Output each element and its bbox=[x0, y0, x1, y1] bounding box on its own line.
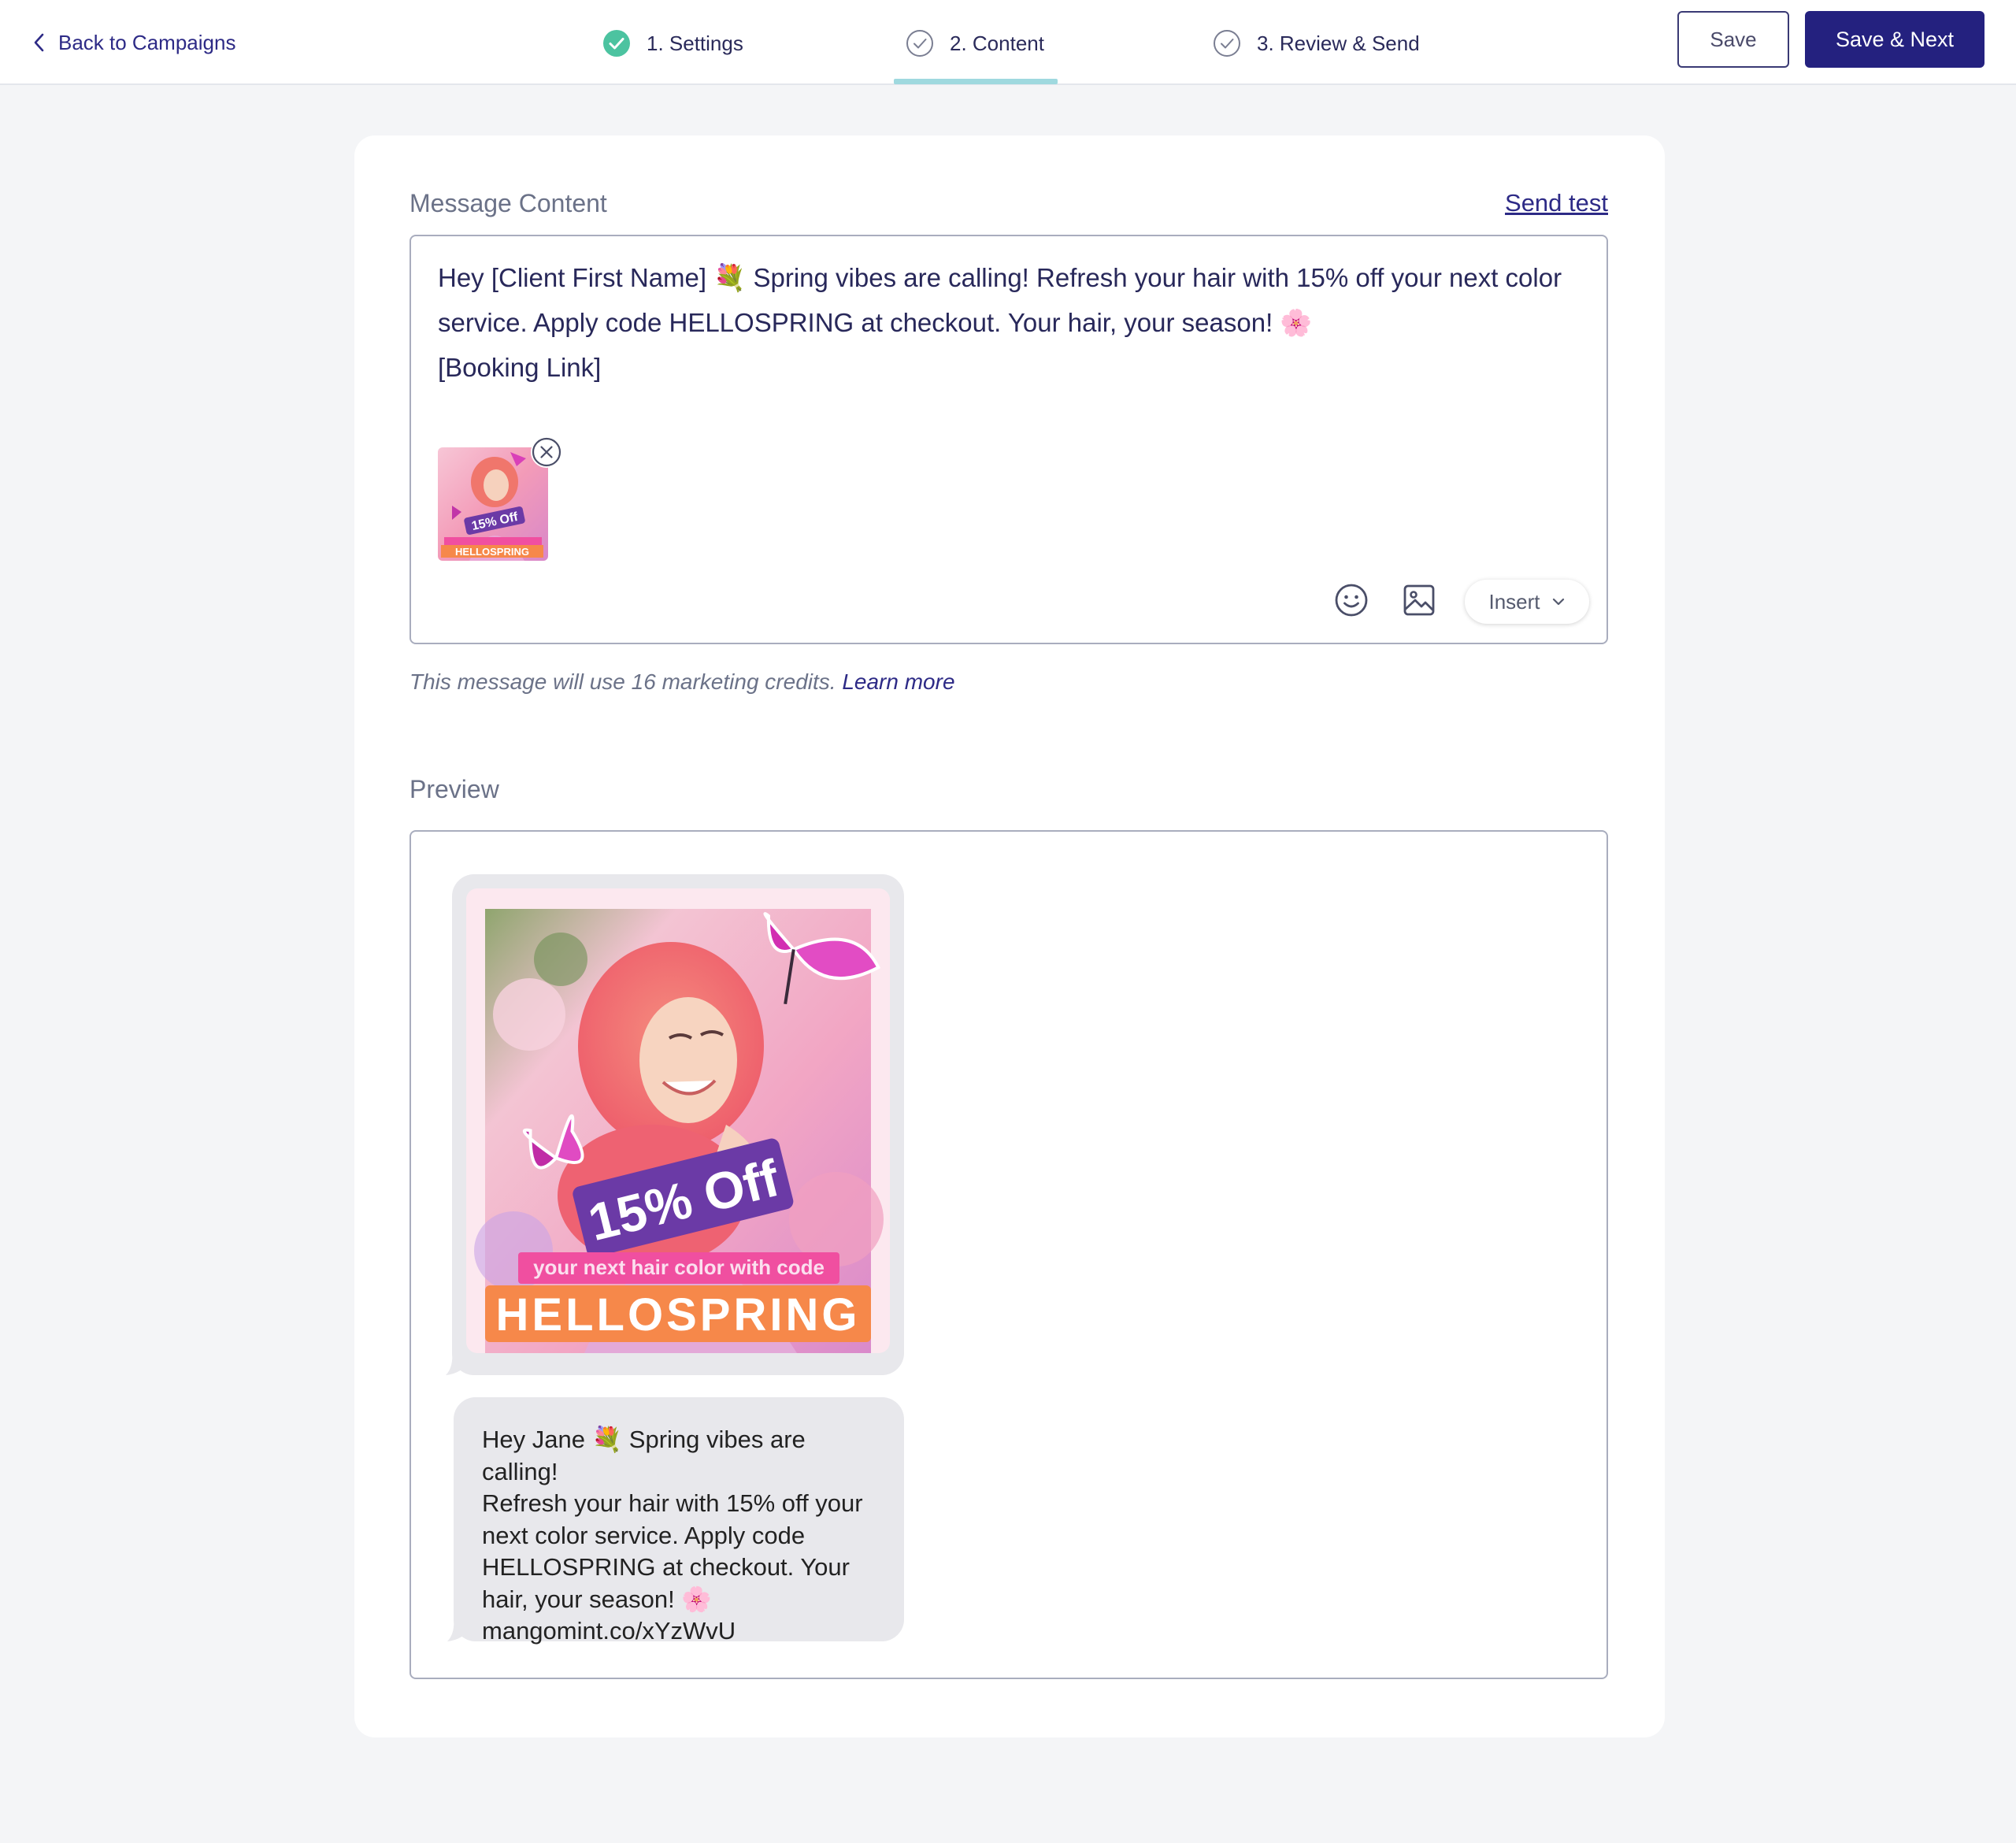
step-content[interactable]: 2. Content bbox=[906, 24, 1044, 63]
step-settings[interactable]: 1. Settings bbox=[602, 24, 743, 63]
chevron-left-icon bbox=[34, 33, 44, 52]
step-review-send[interactable]: 3. Review & Send bbox=[1213, 24, 1420, 63]
learn-more-link[interactable]: Learn more bbox=[842, 669, 954, 694]
credits-notice: This message will use 16 marketing credi… bbox=[410, 669, 955, 695]
image-icon[interactable] bbox=[1400, 581, 1438, 619]
promo-subline: your next hair color with code bbox=[533, 1255, 825, 1279]
step-label: 1. Settings bbox=[647, 31, 743, 55]
emoji-icon[interactable] bbox=[1332, 581, 1370, 619]
back-to-campaigns-link[interactable]: Back to Campaigns bbox=[32, 27, 235, 58]
attached-image-thumbnail: 15% Off HELLOSPRING bbox=[438, 447, 548, 561]
preview-panel: 15% Off your next hair color with code H… bbox=[410, 830, 1608, 1679]
check-circle-icon bbox=[603, 30, 630, 57]
save-and-next-button[interactable]: Save & Next bbox=[1805, 11, 1984, 68]
promo-image: 15% Off your next hair color with code H… bbox=[466, 888, 890, 1353]
send-test-link[interactable]: Send test bbox=[1505, 189, 1608, 217]
insert-dropdown[interactable]: Insert bbox=[1465, 580, 1589, 624]
save-button[interactable]: Save bbox=[1677, 11, 1789, 68]
credits-text: This message will use 16 marketing credi… bbox=[410, 669, 836, 694]
bubble-tail bbox=[447, 1618, 471, 1641]
top-bar: Back to Campaigns 1. Settings 2. Content… bbox=[0, 0, 2016, 85]
bubble-tail bbox=[446, 1352, 469, 1375]
close-circle-icon[interactable] bbox=[531, 436, 562, 468]
check-circle-icon bbox=[1214, 30, 1240, 57]
message-content-label: Message Content bbox=[410, 189, 607, 217]
message-text[interactable]: Hey [Client First Name] 💐 Spring vibes a… bbox=[438, 255, 1572, 390]
insert-label: Insert bbox=[1488, 589, 1540, 614]
step-label: 2. Content bbox=[950, 31, 1044, 55]
chevron-down-icon bbox=[1552, 598, 1564, 606]
preview-label: Preview bbox=[410, 775, 499, 803]
step-label: 3. Review & Send bbox=[1257, 31, 1420, 55]
mms-image-bubble: 15% Off your next hair color with code H… bbox=[452, 874, 904, 1375]
thumb-code: HELLOSPRING bbox=[455, 546, 529, 558]
promo-code: HELLOSPRING bbox=[496, 1289, 861, 1341]
active-step-indicator bbox=[894, 79, 1058, 84]
content-card: Message Content Send test Hey [Client Fi… bbox=[354, 135, 1665, 1737]
sms-text-bubble: Hey Jane 💐 Spring vibes are calling! Ref… bbox=[454, 1397, 904, 1645]
check-circle-icon bbox=[906, 30, 933, 57]
back-label: Back to Campaigns bbox=[58, 30, 236, 54]
message-editor[interactable]: Hey [Client First Name] 💐 Spring vibes a… bbox=[410, 235, 1608, 644]
